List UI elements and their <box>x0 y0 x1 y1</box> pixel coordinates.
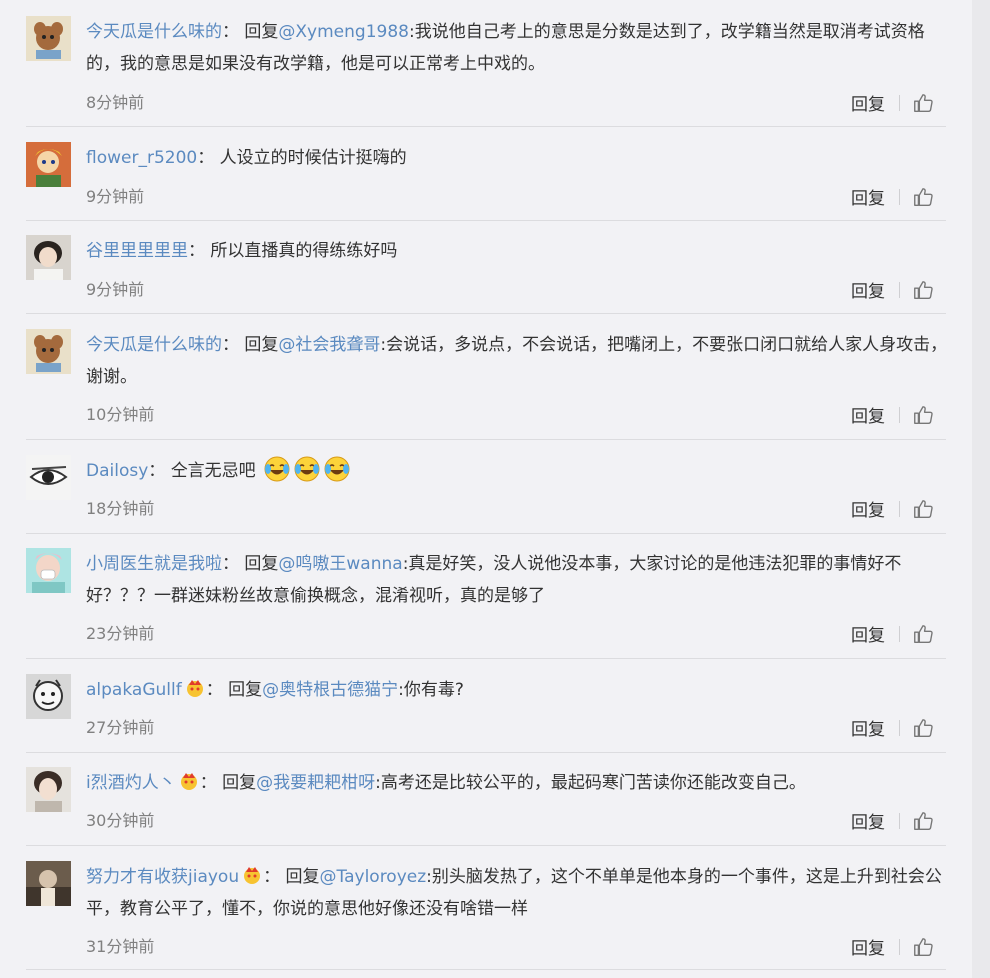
comment-text: flower_r5200： 人设立的时候估计挺嗨的 <box>86 148 407 168</box>
reply-button[interactable]: 回复 <box>851 715 885 740</box>
reply-prefix: 回复 <box>244 335 279 355</box>
comment-text: 努力才有收获jiayou： 回复@Tayloroyez:别头脑发热了，这个不单单… <box>86 861 948 925</box>
mention-link[interactable]: @我要耙耙柑呀 <box>256 773 375 793</box>
like-icon[interactable] <box>912 717 934 739</box>
crown-icon <box>244 867 261 884</box>
username-link[interactable]: 今天瓜是什么味的 <box>86 22 222 42</box>
username-link[interactable]: Dailosy <box>86 461 148 481</box>
comment-content: 人设立的时候估计挺嗨的 <box>219 148 407 168</box>
mention-link[interactable]: @Xymeng1988 <box>278 22 409 42</box>
avatar[interactable] <box>26 455 71 500</box>
mention-link[interactable]: @奥特根古德猫宁 <box>262 680 398 700</box>
like-icon[interactable] <box>912 810 934 832</box>
comment-item: 今天瓜是什么味的： 回复@Xymeng1988:我说他自己考上的意思是分数是达到… <box>26 16 946 127</box>
comment-text: i烈酒灼人丶： 回复@我要耙耙柑呀:高考还是比较公平的，最起码寒门苦读你还能改变… <box>86 767 948 799</box>
timestamp: 30分钟前 <box>86 811 155 830</box>
reply-button[interactable]: 回复 <box>851 184 885 209</box>
divider <box>899 188 900 205</box>
username-link[interactable]: 谷里里里里里 <box>86 241 188 261</box>
avatar[interactable] <box>26 861 71 906</box>
timestamp: 9分钟前 <box>86 280 145 299</box>
username-link[interactable]: 今天瓜是什么味的 <box>86 335 222 355</box>
like-icon[interactable] <box>912 498 934 520</box>
mention-link[interactable]: @鸣嗷王wanna <box>278 554 402 574</box>
comment-text: 今天瓜是什么味的： 回复@Xymeng1988:我说他自己考上的意思是分数是达到… <box>86 22 925 74</box>
divider <box>899 94 900 111</box>
reply-button[interactable]: 回复 <box>851 621 885 646</box>
avatar[interactable] <box>26 235 71 280</box>
reply-button[interactable]: 回复 <box>851 808 885 833</box>
comment-item: i烈酒灼人丶： 回复@我要耙耙柑呀:高考还是比较公平的，最起码寒门苦读你还能改变… <box>26 767 946 846</box>
like-icon[interactable] <box>912 186 934 208</box>
comment-text: 小周医生就是我啦： 回复@鸣嗷王wanna:真是好笑，没人说他没本事，大家讨论的… <box>86 554 902 606</box>
comment-content: 所以直播真的得练练好吗 <box>210 241 398 261</box>
comment-content: 仝言无忌吧 <box>170 461 256 481</box>
crown-icon <box>186 680 203 697</box>
comment-text: 谷里里里里里： 所以直播真的得练练好吗 <box>86 241 398 261</box>
laugh-cry-emoji-icon <box>324 456 350 482</box>
reply-button[interactable]: 回复 <box>851 496 885 521</box>
comment-item: 小周医生就是我啦： 回复@鸣嗷王wanna:真是好笑，没人说他没本事，大家讨论的… <box>26 548 946 659</box>
avatar[interactable] <box>26 142 71 187</box>
comment-text: Dailosy： 仝言无忌吧 <box>86 455 948 487</box>
mention-link[interactable]: @社会我聋哥 <box>278 335 380 355</box>
username-link[interactable]: alpakaGullf <box>86 680 182 700</box>
avatar[interactable] <box>26 548 71 593</box>
timestamp: 31分钟前 <box>86 937 155 956</box>
divider <box>899 719 900 736</box>
comment-item: 努力才有收获jiayou： 回复@Tayloroyez:别头脑发热了，这个不单单… <box>26 861 946 970</box>
reply-prefix: 回复 <box>244 22 279 42</box>
username-link[interactable]: 努力才有收获jiayou <box>86 867 239 887</box>
mention-link[interactable]: @Tayloroyez <box>320 867 427 887</box>
reply-button[interactable]: 回复 <box>851 934 885 959</box>
username-link[interactable]: i烈酒灼人丶 <box>86 773 176 793</box>
like-icon[interactable] <box>912 92 934 114</box>
avatar[interactable] <box>26 674 71 719</box>
comment-item: Dailosy： 仝言无忌吧 18分钟前 回复 <box>26 455 946 534</box>
timestamp: 9分钟前 <box>86 187 145 206</box>
crown-icon <box>180 773 197 790</box>
divider <box>899 406 900 423</box>
comment-content: :你有毒? <box>398 680 464 700</box>
divider <box>899 812 900 829</box>
timestamp: 10分钟前 <box>86 405 155 424</box>
reply-button[interactable]: 回复 <box>851 402 885 427</box>
comment-text: alpakaGullf： 回复@奥特根古德猫宁:你有毒? <box>86 674 948 706</box>
laugh-cry-emoji-icon <box>294 456 320 482</box>
username-link[interactable]: flower_r5200 <box>86 148 197 168</box>
comment-item: 今天瓜是什么味的： 回复@社会我聋哥:会说话，多说点，不会说话，把嘴闭上，不要张… <box>26 329 948 440</box>
timestamp: 18分钟前 <box>86 499 155 518</box>
like-icon[interactable] <box>912 404 934 426</box>
comment-item: alpakaGullf： 回复@奥特根古德猫宁:你有毒? 27分钟前 回复 <box>26 674 946 753</box>
comment-content: :高考还是比较公平的，最起码寒门苦读你还能改变自己。 <box>375 773 806 793</box>
like-icon[interactable] <box>912 936 934 958</box>
like-icon[interactable] <box>912 279 934 301</box>
comment-text: 今天瓜是什么味的： 回复@社会我聋哥:会说话，多说点，不会说话，把嘴闭上，不要张… <box>86 335 948 387</box>
reply-button[interactable]: 回复 <box>851 90 885 115</box>
divider <box>899 281 900 298</box>
comment-item: 谷里里里里里： 所以直播真的得练练好吗 9分钟前 回复 <box>26 235 946 314</box>
reply-button[interactable]: 回复 <box>851 277 885 302</box>
timestamp: 8分钟前 <box>86 93 145 112</box>
avatar[interactable] <box>26 16 71 61</box>
avatar[interactable] <box>26 767 71 812</box>
comment-list: 今天瓜是什么味的： 回复@Xymeng1988:我说他自己考上的意思是分数是达到… <box>0 0 972 978</box>
timestamp: 27分钟前 <box>86 718 155 737</box>
like-icon[interactable] <box>912 623 934 645</box>
reply-prefix: 回复 <box>244 554 279 574</box>
reply-prefix: 回复 <box>285 867 320 887</box>
reply-prefix: 回复 <box>222 773 257 793</box>
divider <box>899 625 900 642</box>
laugh-cry-emoji-icon <box>264 456 290 482</box>
username-link[interactable]: 小周医生就是我啦 <box>86 554 222 574</box>
divider <box>899 500 900 517</box>
divider <box>899 938 900 955</box>
timestamp: 23分钟前 <box>86 624 155 643</box>
avatar[interactable] <box>26 329 71 374</box>
scrollbar[interactable] <box>972 0 990 978</box>
reply-prefix: 回复 <box>228 680 263 700</box>
comment-item: flower_r5200： 人设立的时候估计挺嗨的 9分钟前 回复 <box>26 142 946 221</box>
